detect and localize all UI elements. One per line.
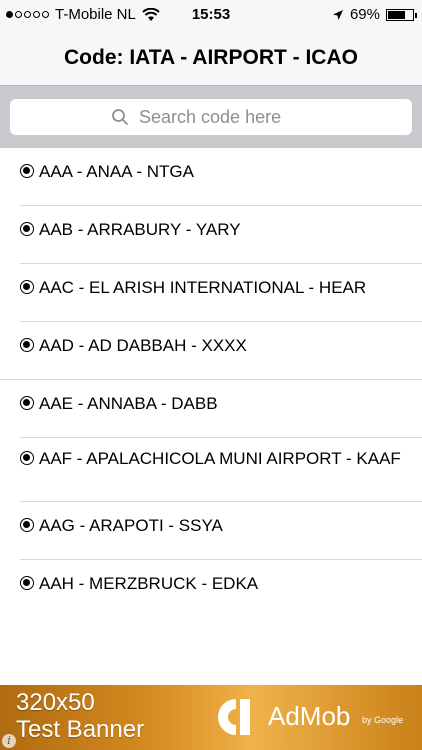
battery-percent: 69%: [349, 6, 380, 23]
list-item[interactable]: AAE - ANNABA - DABB: [0, 380, 422, 438]
list-item[interactable]: AAD - AD DABBAH - XXXX: [0, 322, 422, 380]
list-item-label: AAE - ANNABA - DABB: [39, 394, 218, 413]
list-item[interactable]: AAA - ANAA - NTGA: [0, 148, 422, 206]
app-screen: T-Mobile NL 15:53 69% Code: IATA - AIRPO…: [0, 0, 422, 750]
navigation-bar: Code: IATA - AIRPORT - ICAO: [0, 30, 422, 86]
radio-bullet-icon: [20, 280, 34, 294]
radio-bullet-icon: [20, 164, 34, 178]
location-arrow-icon: [332, 9, 343, 20]
list-item-label: AAA - ANAA - NTGA: [39, 162, 194, 181]
ad-banner[interactable]: 320x50 Test Banner AdMob by Google i: [0, 685, 422, 750]
radio-bullet-icon: [20, 396, 34, 410]
ad-test-label: Test Banner: [16, 716, 145, 743]
radio-bullet-icon: [20, 338, 34, 352]
search-bar: [0, 86, 422, 148]
battery-icon: [386, 8, 417, 21]
radio-bullet-icon: [20, 222, 34, 236]
admob-logo-icon: [218, 699, 250, 735]
search-icon: [112, 109, 129, 126]
list-item-label: AAD - AD DABBAH - XXXX: [39, 336, 247, 355]
page-title: Code: IATA - AIRPORT - ICAO: [64, 45, 358, 69]
list-item[interactable]: AAC - EL ARISH INTERNATIONAL - HEAR: [0, 264, 422, 322]
list-item[interactable]: AAH - MERZBRUCK - EDKA: [0, 560, 422, 618]
ad-by-google: by Google: [362, 715, 404, 725]
info-icon[interactable]: i: [2, 734, 16, 748]
radio-bullet-icon: [20, 576, 34, 590]
ad-size-label: 320x50: [16, 689, 95, 716]
ad-brand-name: AdMob: [268, 701, 351, 731]
airport-code-list: AAA - ANAA - NTGA AAB - ARRABURY - YARY …: [0, 148, 422, 618]
search-input[interactable]: [137, 105, 311, 129]
list-item[interactable]: AAB - ARRABURY - YARY: [0, 206, 422, 264]
list-item-label: AAB - ARRABURY - YARY: [39, 220, 241, 239]
battery-level: [388, 10, 405, 19]
list-item[interactable]: AAF - APALACHICOLA MUNI AIRPORT - KAAF: [0, 438, 422, 502]
list-item-label: AAF - APALACHICOLA MUNI AIRPORT - KAAF: [39, 449, 401, 468]
list-item[interactable]: AAG - ARAPOTI - SSYA: [0, 502, 422, 560]
list-item-label: AAC - EL ARISH INTERNATIONAL - HEAR: [39, 278, 367, 297]
list-item-label: AAG - ARAPOTI - SSYA: [39, 516, 223, 535]
radio-bullet-icon: [20, 518, 34, 532]
list-item-label: AAH - MERZBRUCK - EDKA: [39, 574, 259, 593]
status-bar: T-Mobile NL 15:53 69%: [0, 0, 422, 30]
radio-bullet-icon: [20, 451, 34, 465]
search-field[interactable]: [10, 99, 412, 135]
